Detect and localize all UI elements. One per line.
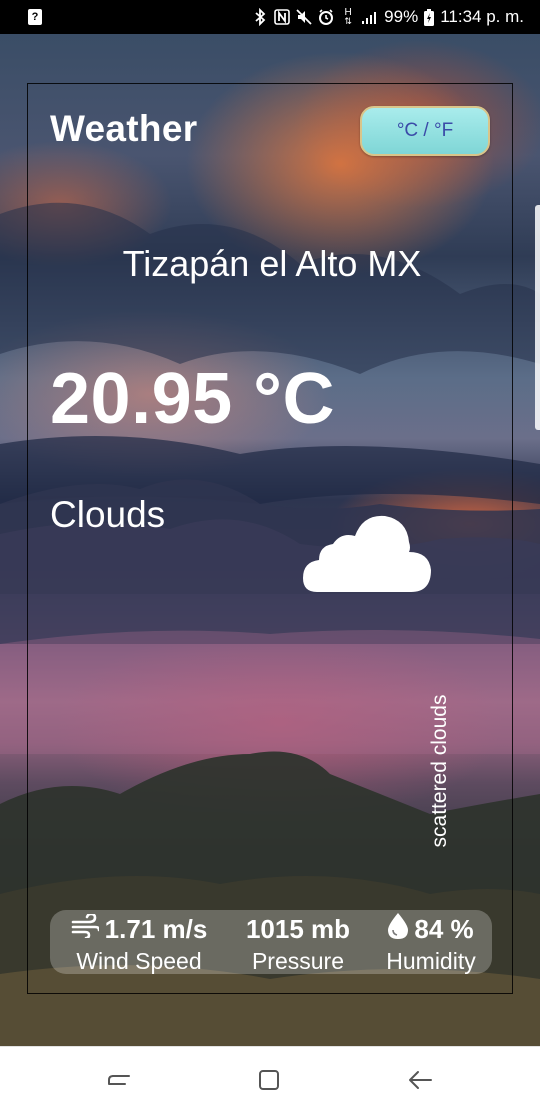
status-bar: ? H ⇅ 99% 11:34 p. m. <box>0 0 540 34</box>
recent-apps-icon[interactable] <box>104 1065 134 1095</box>
app-title: Weather <box>50 108 198 149</box>
alarm-icon <box>318 8 334 26</box>
notification-icon: ? <box>28 9 42 25</box>
battery-percent: 99% <box>384 7 419 26</box>
wind-stat: 1.71 m/s Wind Speed <box>50 910 228 974</box>
stats-panel: 1.71 m/s Wind Speed 1015 mb Pressure 84 … <box>50 910 492 974</box>
hplus-icon: H ⇅ <box>344 7 352 26</box>
home-icon[interactable] <box>254 1065 284 1095</box>
wind-speed-value: 1.71 m/s <box>104 913 208 944</box>
status-icons: H ⇅ 99% 11:34 p. m. <box>252 7 524 27</box>
signal-icon <box>362 8 378 26</box>
mute-icon <box>296 8 312 26</box>
wind-speed-label: Wind Speed <box>76 948 202 974</box>
location-name: Tizapán el Alto MX <box>122 243 422 284</box>
condition-text: Clouds <box>50 494 166 535</box>
unit-toggle-button[interactable]: °C / °F <box>360 106 490 156</box>
description-container: scattered clouds <box>422 676 458 866</box>
navigation-bar <box>0 1046 540 1110</box>
nfc-icon <box>274 8 290 26</box>
battery-icon <box>424 8 435 26</box>
pressure-label: Pressure <box>251 948 345 974</box>
cloud-icon <box>303 512 431 594</box>
bluetooth-icon <box>252 8 268 26</box>
pressure-value: 1015 mb <box>245 913 351 944</box>
humidity-stat: 84 % Humidity <box>370 910 492 974</box>
temperature-value: 20.95 °C <box>50 359 335 439</box>
pressure-stat: 1015 mb Pressure <box>230 910 366 975</box>
droplet-icon <box>388 912 409 946</box>
back-icon[interactable] <box>405 1065 435 1095</box>
wind-icon <box>71 912 100 945</box>
weather-description: scattered clouds <box>428 694 451 848</box>
humidity-label: Humidity <box>386 948 476 974</box>
scroll-edge-indicator <box>535 205 540 430</box>
status-time: 11:34 p. m. <box>440 7 524 26</box>
humidity-value: 84 % <box>414 913 474 944</box>
